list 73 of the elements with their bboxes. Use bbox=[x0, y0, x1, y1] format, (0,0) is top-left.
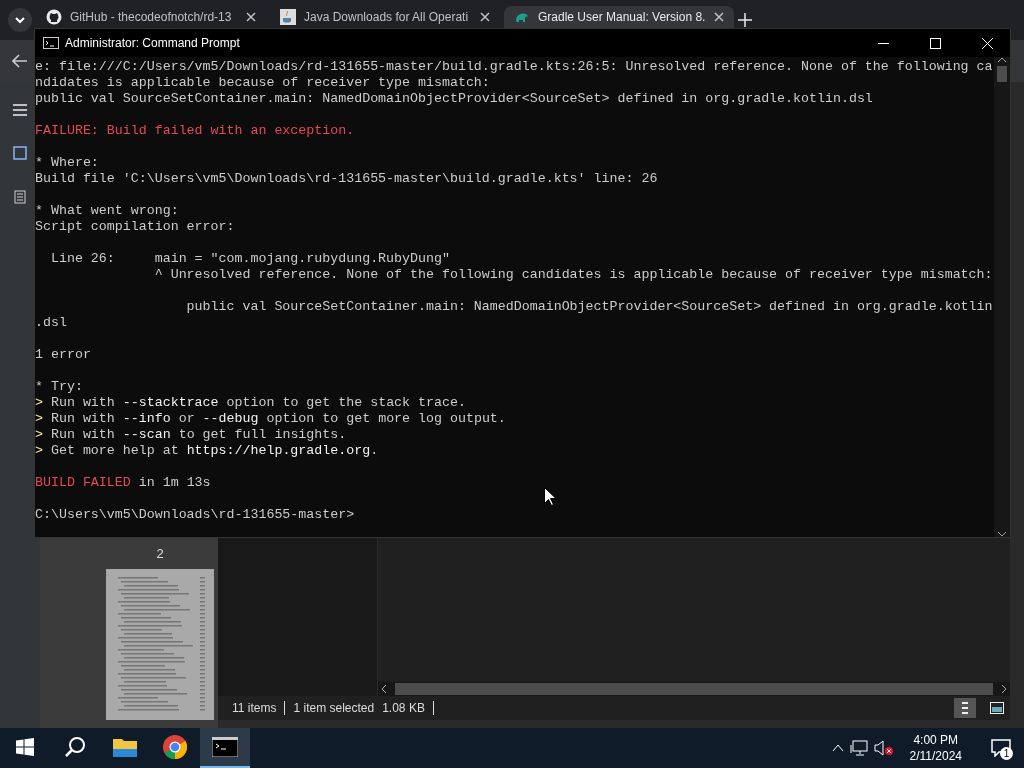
console-line: in 1m 13s bbox=[138, 475, 211, 490]
close-icon bbox=[981, 37, 993, 49]
image-view-icon bbox=[990, 702, 1004, 714]
search-icon bbox=[64, 736, 86, 758]
scrollbar-thumb[interactable] bbox=[997, 66, 1007, 82]
browser-tab[interactable]: Java Downloads for All Operati bbox=[270, 6, 500, 28]
details-view-button[interactable] bbox=[954, 698, 976, 718]
console-line: public val SourceSetContainer.main: NamedDomainObjectProvider<SourceSet> defined in org.gradle.kotlin bbox=[185, 299, 994, 315]
notifications-button[interactable]: 1 bbox=[978, 728, 1024, 768]
console-line: .dsl bbox=[35, 315, 68, 331]
console-line: Run with --scan to get full insights. bbox=[50, 427, 347, 442]
folder-icon bbox=[113, 737, 137, 757]
selection-info: 1 item selected bbox=[293, 701, 375, 715]
clock-time: 4:00 PM bbox=[913, 732, 959, 748]
list-icon[interactable] bbox=[14, 190, 26, 204]
cup-icon bbox=[280, 9, 296, 25]
chevron-up-icon[interactable] bbox=[831, 744, 844, 752]
console-line: e: file:///C:/Users/vm5/Downloads/rd-131655-master/build.gradle.kts:26:5: Unresolved reference. None of the following ca bbox=[35, 59, 994, 75]
prompt-marker: > bbox=[35, 443, 43, 458]
scroll-left-icon[interactable] bbox=[381, 685, 387, 693]
console-line: Build file 'C:\Users\vm5\Downloads\rd-131655-master\build.gradle.kts' line: 26 bbox=[35, 171, 659, 187]
notification-count: 1 bbox=[1000, 747, 1013, 760]
message-icon bbox=[991, 739, 1011, 757]
prompt-marker: > bbox=[35, 411, 43, 426]
plus-icon[interactable] bbox=[738, 13, 752, 27]
console-line: Line 26: main = "com.mojang.rubydung.RubyDung" bbox=[49, 251, 451, 267]
chevron-down-icon[interactable] bbox=[8, 8, 32, 32]
network-icon[interactable] bbox=[849, 740, 868, 756]
menu-icon[interactable] bbox=[13, 104, 27, 116]
console-line: 1 error bbox=[35, 347, 92, 363]
scroll-right-icon[interactable] bbox=[1001, 685, 1007, 693]
prompt-marker: > bbox=[35, 427, 43, 442]
page-icon[interactable] bbox=[13, 146, 27, 160]
browser-tab[interactable]: GitHub - thecodeofnotch/rd-13 bbox=[36, 6, 266, 28]
terminal-icon bbox=[212, 737, 238, 757]
build-status: BUILD FAILED bbox=[35, 475, 131, 490]
page-number: 2 bbox=[155, 546, 165, 561]
close-icon[interactable] bbox=[714, 12, 724, 22]
scroll-down-icon[interactable] bbox=[998, 531, 1006, 537]
page-thumbnail[interactable] bbox=[106, 569, 214, 720]
close-icon[interactable] bbox=[480, 12, 490, 22]
window-title: Administrator: Command Prompt bbox=[65, 36, 240, 50]
console-line: Script compilation error: bbox=[35, 219, 236, 235]
browser-tab[interactable]: Gradle User Manual: Version 8. bbox=[504, 6, 734, 28]
speaker-muted-icon[interactable] bbox=[873, 740, 894, 756]
console-line: public val SourceSetContainer.main: NamedDomainObjectProvider<SourceSet> defined in org.gradle.kotlin.dsl bbox=[35, 91, 874, 107]
details-view-icon bbox=[961, 701, 969, 715]
console-line: * What went wrong: bbox=[35, 203, 180, 219]
console-line: Run with --info or --debug option to get more log output. bbox=[50, 411, 506, 426]
error-message: FAILURE: Build failed with an exception. bbox=[35, 123, 356, 139]
cat-silhouette-icon bbox=[46, 9, 62, 25]
console-line: * Where: bbox=[35, 155, 100, 171]
minimize-icon bbox=[877, 42, 889, 44]
console-line: ndidates is applicable because of receiver type mismatch: bbox=[35, 75, 491, 91]
console-line: Run with --stacktrace option to get the stack trace. bbox=[50, 395, 466, 410]
console-line: ^ Unresolved reference. None of the following candidates is applicable because of receiver type mismatch: bbox=[153, 267, 994, 283]
scroll-up-icon[interactable] bbox=[998, 57, 1006, 63]
clock-date: 2/11/2024 bbox=[909, 748, 962, 764]
back-arrow-icon[interactable] bbox=[12, 54, 28, 68]
maximize-icon bbox=[929, 37, 941, 49]
close-icon[interactable] bbox=[246, 12, 256, 22]
mouse-pointer-icon bbox=[544, 487, 556, 506]
console-icon bbox=[43, 37, 59, 49]
prompt-marker: > bbox=[35, 395, 43, 410]
chrome-icon bbox=[163, 735, 187, 759]
scrollbar-thumb[interactable] bbox=[395, 683, 993, 695]
console-line: C:\Users\vm5\Downloads\rd-131655-master> bbox=[35, 507, 356, 523]
taskbar-app[interactable] bbox=[200, 728, 250, 768]
windows-logo-icon bbox=[16, 738, 34, 756]
item-count: 11 items bbox=[232, 701, 277, 715]
console-line: Get more help at https://help.gradle.org. bbox=[50, 443, 379, 458]
console-line: * Try: bbox=[35, 379, 84, 395]
file-size: 1.08 KB bbox=[382, 701, 425, 715]
